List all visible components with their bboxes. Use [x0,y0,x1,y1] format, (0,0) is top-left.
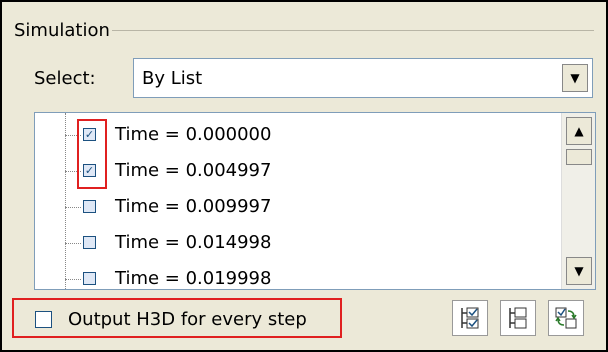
swap-selection-button[interactable] [548,300,584,336]
tree-branch-line [65,135,81,136]
output-h3d-label: Output H3D for every step [68,309,307,330]
tree-branch-line [65,279,81,280]
deselect-all-button[interactable] [500,300,536,336]
select-all-button[interactable] [452,300,488,336]
swap-selection-icon [555,307,577,329]
select-value: By List [142,68,203,89]
scroll-thumb[interactable] [566,149,592,165]
checkbox[interactable] [83,200,96,213]
tree-branch-line [65,207,81,208]
list-item-label: Time = 0.009997 [115,196,272,217]
output-h3d-checkbox[interactable] [35,311,52,328]
list-item-label: Time = 0.019998 [115,268,272,289]
list-item-label: Time = 0.000000 [115,124,272,145]
vertical-scrollbar[interactable]: ▲ ▼ [561,113,595,289]
checkbox[interactable]: ✓ [83,128,96,141]
dropdown-arrow-icon[interactable]: ▼ [562,64,588,92]
select-label: Select: [34,68,96,89]
checkbox[interactable] [83,272,96,285]
list-item-label: Time = 0.004997 [115,160,272,181]
scroll-up-arrow-icon[interactable]: ▲ [566,117,592,145]
simulation-panel: Simulation Select: By List ▼ ✓ Time = 0.… [0,0,608,352]
deselect-all-icon [509,307,527,329]
groupbox-title: Simulation [12,20,112,42]
tree-connector-line [65,113,66,289]
scroll-down-arrow-icon[interactable]: ▼ [566,257,592,285]
select-dropdown[interactable]: By List ▼ [133,58,593,98]
list-item-label: Time = 0.014998 [115,232,272,253]
tree-branch-line [65,171,81,172]
timestep-list[interactable]: ✓ Time = 0.000000 ✓ Time = 0.004997 Time… [34,112,596,290]
tree-branch-line [65,243,81,244]
select-all-icon [461,307,479,329]
checkbox[interactable]: ✓ [83,164,96,177]
checkbox[interactable] [83,236,96,249]
